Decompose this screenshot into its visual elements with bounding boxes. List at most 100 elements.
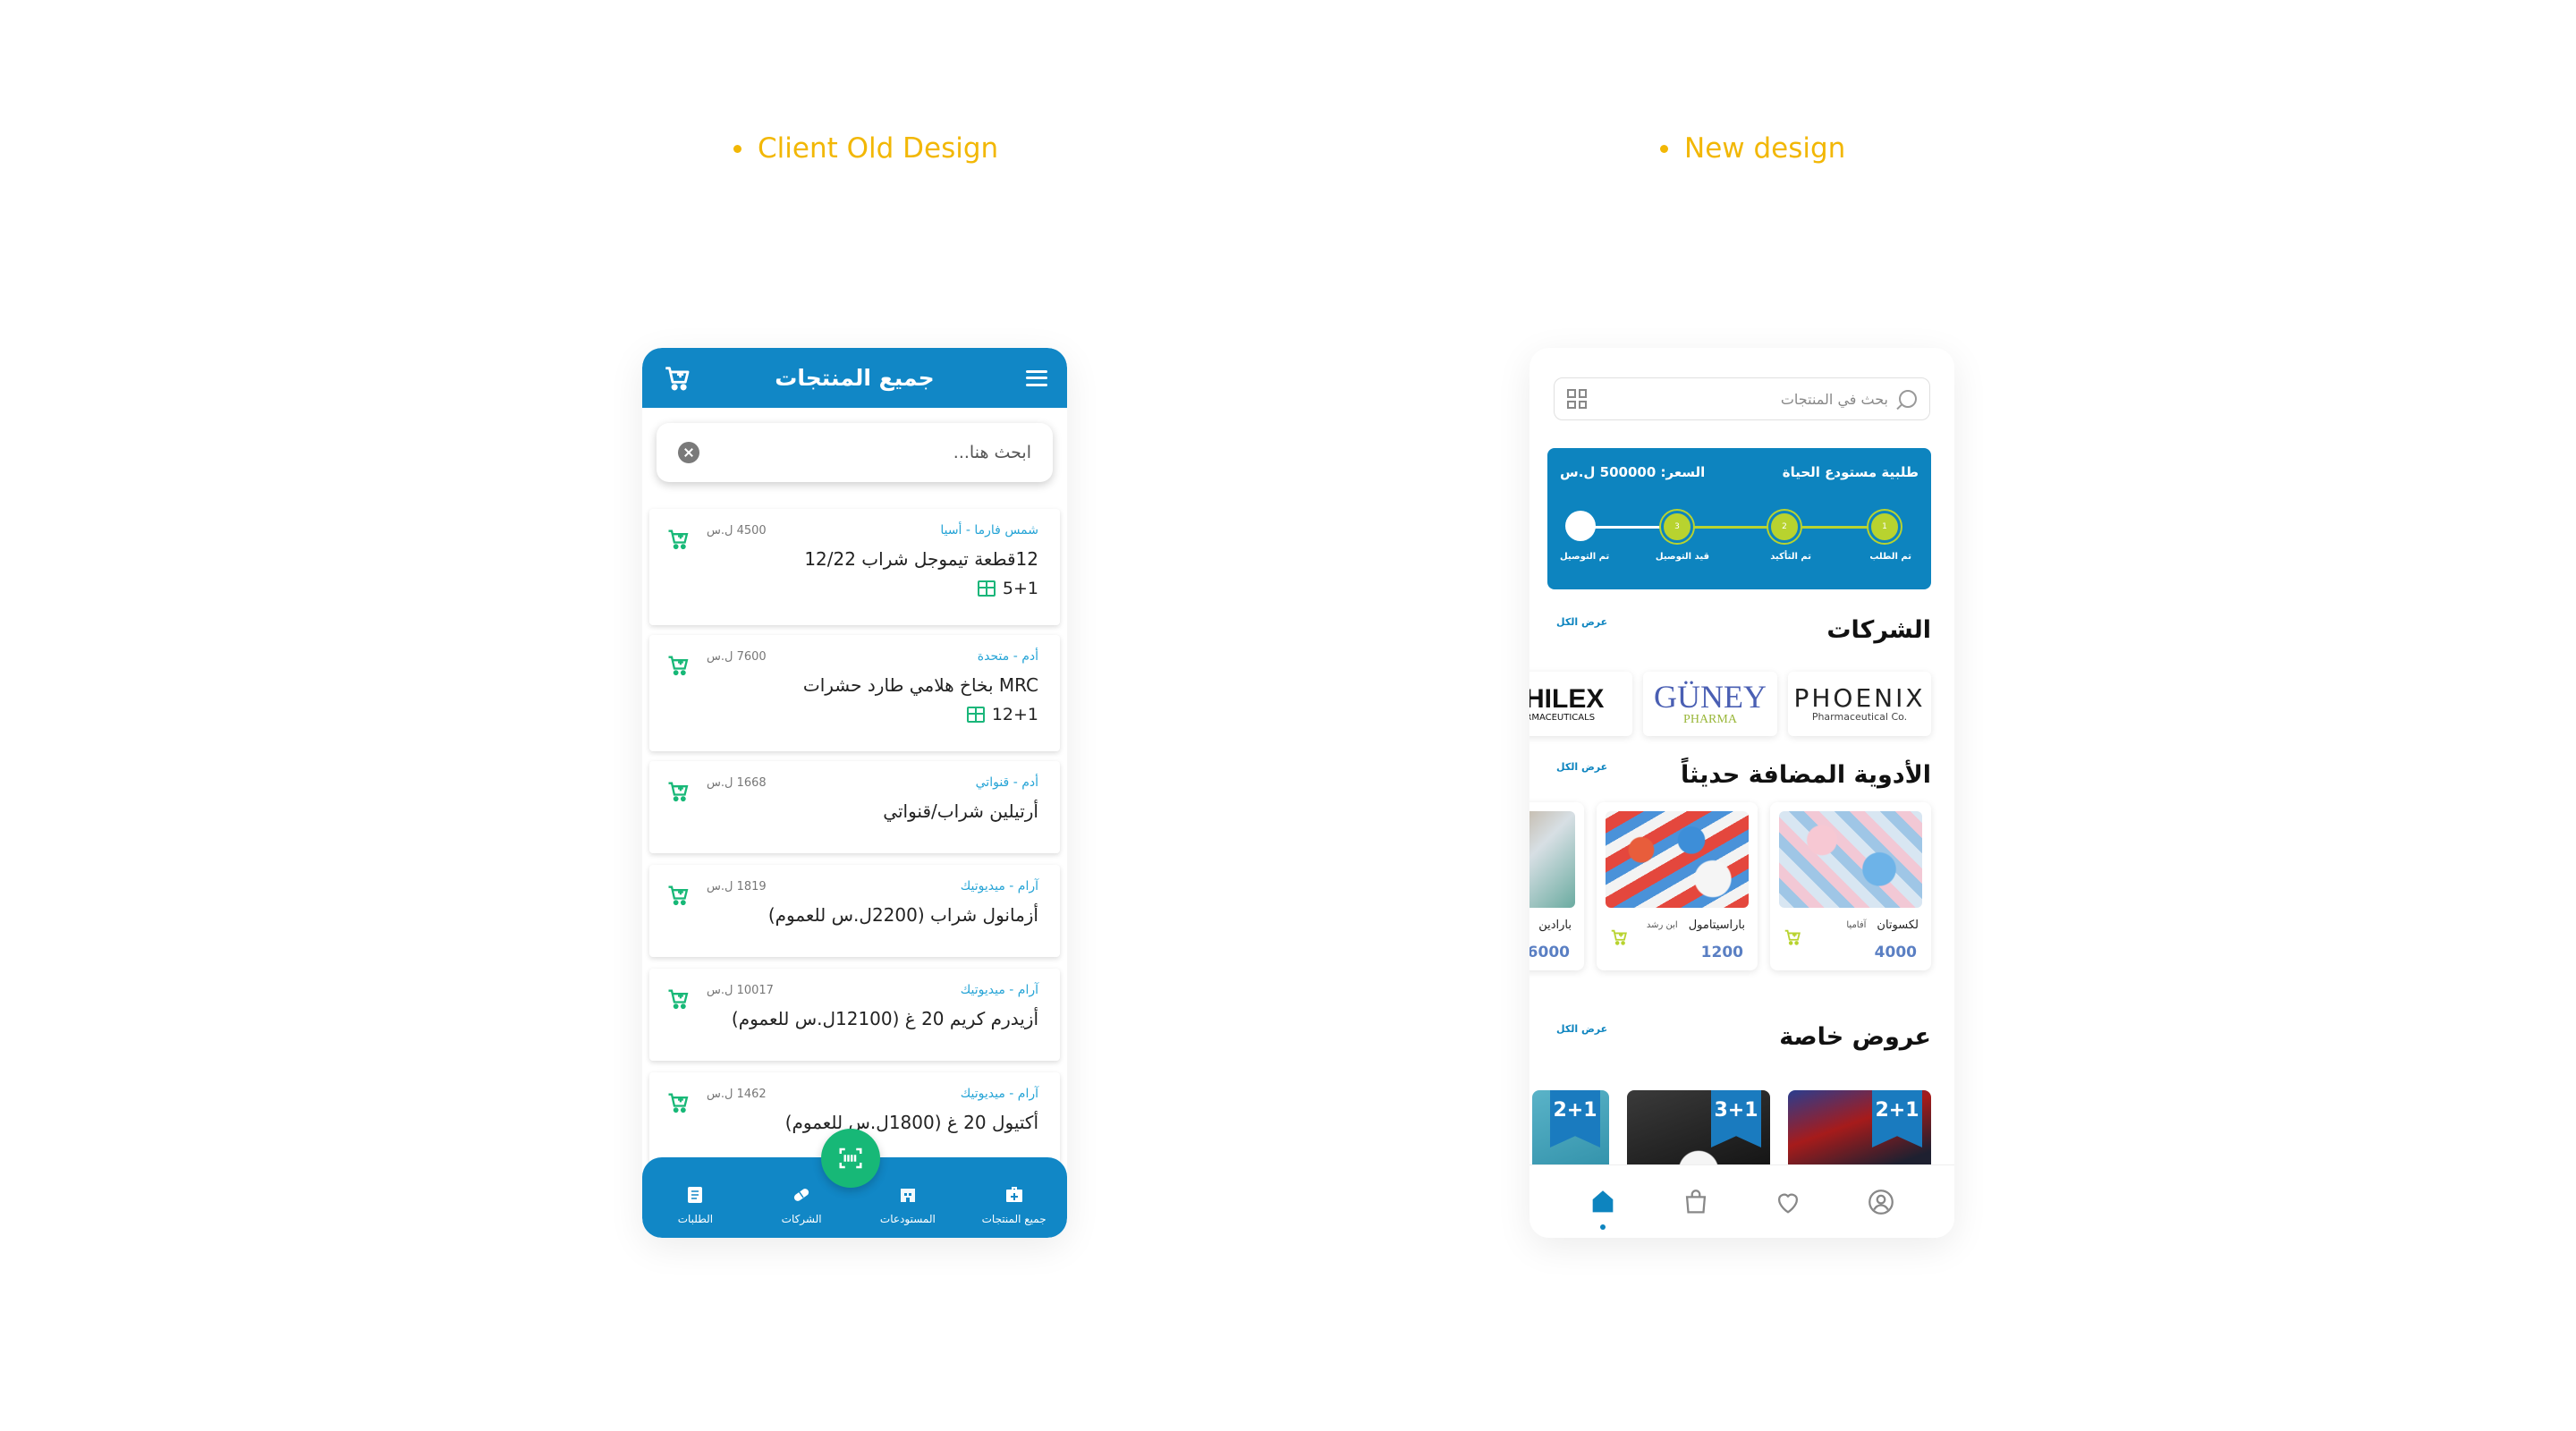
new-bottom-nav bbox=[1530, 1164, 1954, 1238]
qr-code-icon[interactable] bbox=[1567, 389, 1587, 409]
brand-sub: Pharmaceutical Co. bbox=[1811, 710, 1908, 723]
step-label: تم التوصيل bbox=[1560, 552, 1610, 562]
list-item[interactable]: أدم - متحدة 7600 ل.س MRC بخاخ هلامي طارد… bbox=[649, 635, 1060, 751]
profile-icon[interactable] bbox=[1866, 1187, 1896, 1217]
scan-button[interactable] bbox=[821, 1129, 880, 1188]
item-price: 1819 ل.س bbox=[707, 879, 767, 893]
product-image bbox=[1530, 811, 1575, 908]
brand-sub: PHARMA bbox=[1683, 713, 1737, 726]
special-offers-title: عروض خاصة bbox=[1779, 1023, 1931, 1051]
offer-ribbon: 2+1 bbox=[1872, 1090, 1922, 1147]
item-name: 12قطعة تيموجل شراب 12/22 bbox=[804, 548, 1038, 570]
pill-icon bbox=[794, 1189, 809, 1201]
step-label: قيد التوصيل bbox=[1655, 552, 1709, 562]
gift-icon bbox=[977, 580, 996, 597]
new-search-bar[interactable]: بحث في المنتجات bbox=[1554, 377, 1930, 420]
brand-card[interactable]: GÜNEY PHARMA bbox=[1643, 672, 1777, 736]
old-app-screen: جميع المنتجات ابحث هنا... شمس فارما - أس… bbox=[642, 348, 1067, 1238]
item-company: آرام - ميديوتيك bbox=[960, 879, 1038, 893]
step-4 bbox=[1565, 511, 1596, 541]
bullet-dot bbox=[1660, 144, 1668, 153]
nav-companies[interactable]: الشركات bbox=[752, 1184, 851, 1225]
new-design-label: New design bbox=[1684, 132, 1846, 165]
step-label: تم الطلب bbox=[1869, 552, 1911, 562]
add-to-cart-icon[interactable] bbox=[1783, 927, 1802, 947]
item-company: أدم - متحدة bbox=[977, 649, 1038, 664]
add-to-cart-icon[interactable] bbox=[665, 986, 691, 1012]
product-name: لكسوتان bbox=[1877, 919, 1919, 932]
item-name: أزمانول شراب (2200ل.س للعموم) bbox=[767, 904, 1038, 926]
add-to-cart-icon[interactable] bbox=[665, 653, 691, 678]
brand-name: PHOENIX bbox=[1793, 682, 1926, 713]
brand-name: PHILEX bbox=[1530, 683, 1605, 714]
add-to-cart-icon[interactable] bbox=[1609, 927, 1629, 947]
products-row: لكسوتان آفاميا 4000 باراسيتامول ابن رشد … bbox=[1530, 802, 1931, 970]
item-price: 1668 ل.س bbox=[707, 775, 767, 790]
search-icon bbox=[1899, 390, 1917, 408]
item-company: شمس فارما - أسيا bbox=[940, 523, 1038, 538]
brand-card[interactable]: PHOENIX Pharmaceutical Co. bbox=[1788, 672, 1931, 736]
product-name: باراسيتامول bbox=[1688, 919, 1745, 932]
list-icon bbox=[688, 1187, 703, 1203]
list-item[interactable]: آرام - ميديوتيك 1819 ل.س أزمانول شراب (2… bbox=[649, 865, 1060, 957]
brand-name: GÜNEY bbox=[1654, 679, 1767, 715]
order-tracking-card[interactable]: طلبية مستودع الحياة السعر: 500000 ل.س 1 … bbox=[1547, 448, 1931, 589]
offer-ribbon: 3+1 bbox=[1711, 1090, 1761, 1147]
brand-card[interactable]: PHILEX PHARMACEUTICALS bbox=[1530, 672, 1632, 736]
cart-icon[interactable] bbox=[662, 363, 692, 394]
step-1: 1 bbox=[1868, 511, 1901, 543]
step-label: تم التأكيد bbox=[1770, 552, 1811, 562]
step-3: 3 bbox=[1661, 511, 1693, 543]
offer-text: 12+1 bbox=[991, 705, 1038, 724]
old-app-bar: جميع المنتجات bbox=[642, 348, 1067, 408]
new-products-title: الأدوية المضافة حديثاً bbox=[1681, 761, 1931, 789]
offer-text: 5+1 bbox=[1002, 579, 1038, 598]
product-card[interactable]: بارادين 6000 bbox=[1530, 802, 1584, 970]
bullet-dot bbox=[733, 144, 741, 153]
offer-ribbon: 2+1 bbox=[1550, 1090, 1600, 1147]
order-progress-tracker: 1 2 3 bbox=[1565, 511, 1901, 546]
item-name: أزيدرم كريم 20 غ (12100ل.س للعموم) bbox=[731, 1008, 1038, 1029]
home-icon bbox=[1592, 1190, 1614, 1212]
item-offer: 5+1 bbox=[671, 579, 1038, 598]
view-all-companies[interactable]: عرض الكل bbox=[1556, 616, 1607, 628]
nav-warehouses[interactable]: المستودعات bbox=[859, 1184, 957, 1225]
nav-orders[interactable]: الطلبات bbox=[646, 1184, 744, 1225]
old-search-bar[interactable]: ابحث هنا... bbox=[657, 423, 1053, 482]
add-to-cart-icon[interactable] bbox=[665, 779, 691, 804]
view-all-products[interactable]: عرض الكل bbox=[1556, 761, 1607, 773]
product-name: بارادين bbox=[1538, 919, 1572, 932]
heart-icon[interactable] bbox=[1773, 1187, 1803, 1217]
nav-label: المستودعات bbox=[879, 1213, 936, 1225]
companies-title: الشركات bbox=[1826, 616, 1931, 644]
list-item[interactable]: آرام - ميديوتيك 10017 ل.س أزيدرم كريم 20… bbox=[649, 969, 1060, 1061]
order-title: طلبية مستودع الحياة bbox=[1782, 464, 1919, 480]
clear-icon[interactable] bbox=[678, 442, 699, 463]
product-company: ابن رشد bbox=[1646, 920, 1678, 930]
item-company: أدم - قنواتي bbox=[975, 775, 1038, 790]
barcode-scan-icon bbox=[839, 1147, 862, 1169]
old-design-heading: Client Old Design bbox=[733, 132, 998, 165]
add-to-cart-icon[interactable] bbox=[665, 883, 691, 908]
item-price: 7600 ل.س bbox=[707, 649, 767, 664]
item-offer: 12+1 bbox=[671, 705, 1038, 724]
new-app-screen: بحث في المنتجات طلبية مستودع الحياة السع… bbox=[1530, 348, 1954, 1238]
add-to-cart-icon[interactable] bbox=[665, 527, 691, 552]
nav-label: الشركات bbox=[781, 1213, 822, 1225]
menu-icon[interactable] bbox=[1026, 369, 1047, 386]
product-card[interactable]: لكسوتان آفاميا 4000 bbox=[1770, 802, 1931, 970]
view-all-offers[interactable]: عرض الكل bbox=[1556, 1023, 1607, 1035]
bag-icon[interactable] bbox=[1681, 1187, 1711, 1217]
product-company: آفاميا bbox=[1846, 920, 1867, 930]
add-to-cart-icon[interactable] bbox=[665, 1090, 691, 1115]
brands-row: PHOENIX Pharmaceutical Co. GÜNEY PHARMA … bbox=[1530, 672, 1931, 736]
home-nav[interactable] bbox=[1588, 1187, 1618, 1230]
item-company: آرام - ميديوتيك bbox=[960, 983, 1038, 997]
old-search-placeholder: ابحث هنا... bbox=[953, 443, 1031, 462]
list-item[interactable]: شمس فارما - أسيا 4500 ل.س 12قطعة تيموجل … bbox=[649, 509, 1060, 625]
step-2: 2 bbox=[1768, 511, 1801, 543]
product-card[interactable]: باراسيتامول ابن رشد 1200 bbox=[1597, 802, 1758, 970]
nav-all-products[interactable]: جميع المنتجات bbox=[965, 1184, 1063, 1225]
product-image bbox=[1606, 811, 1749, 908]
list-item[interactable]: أدم - قنواتي 1668 ل.س أرتيلين شراب/قنوات… bbox=[649, 761, 1060, 853]
